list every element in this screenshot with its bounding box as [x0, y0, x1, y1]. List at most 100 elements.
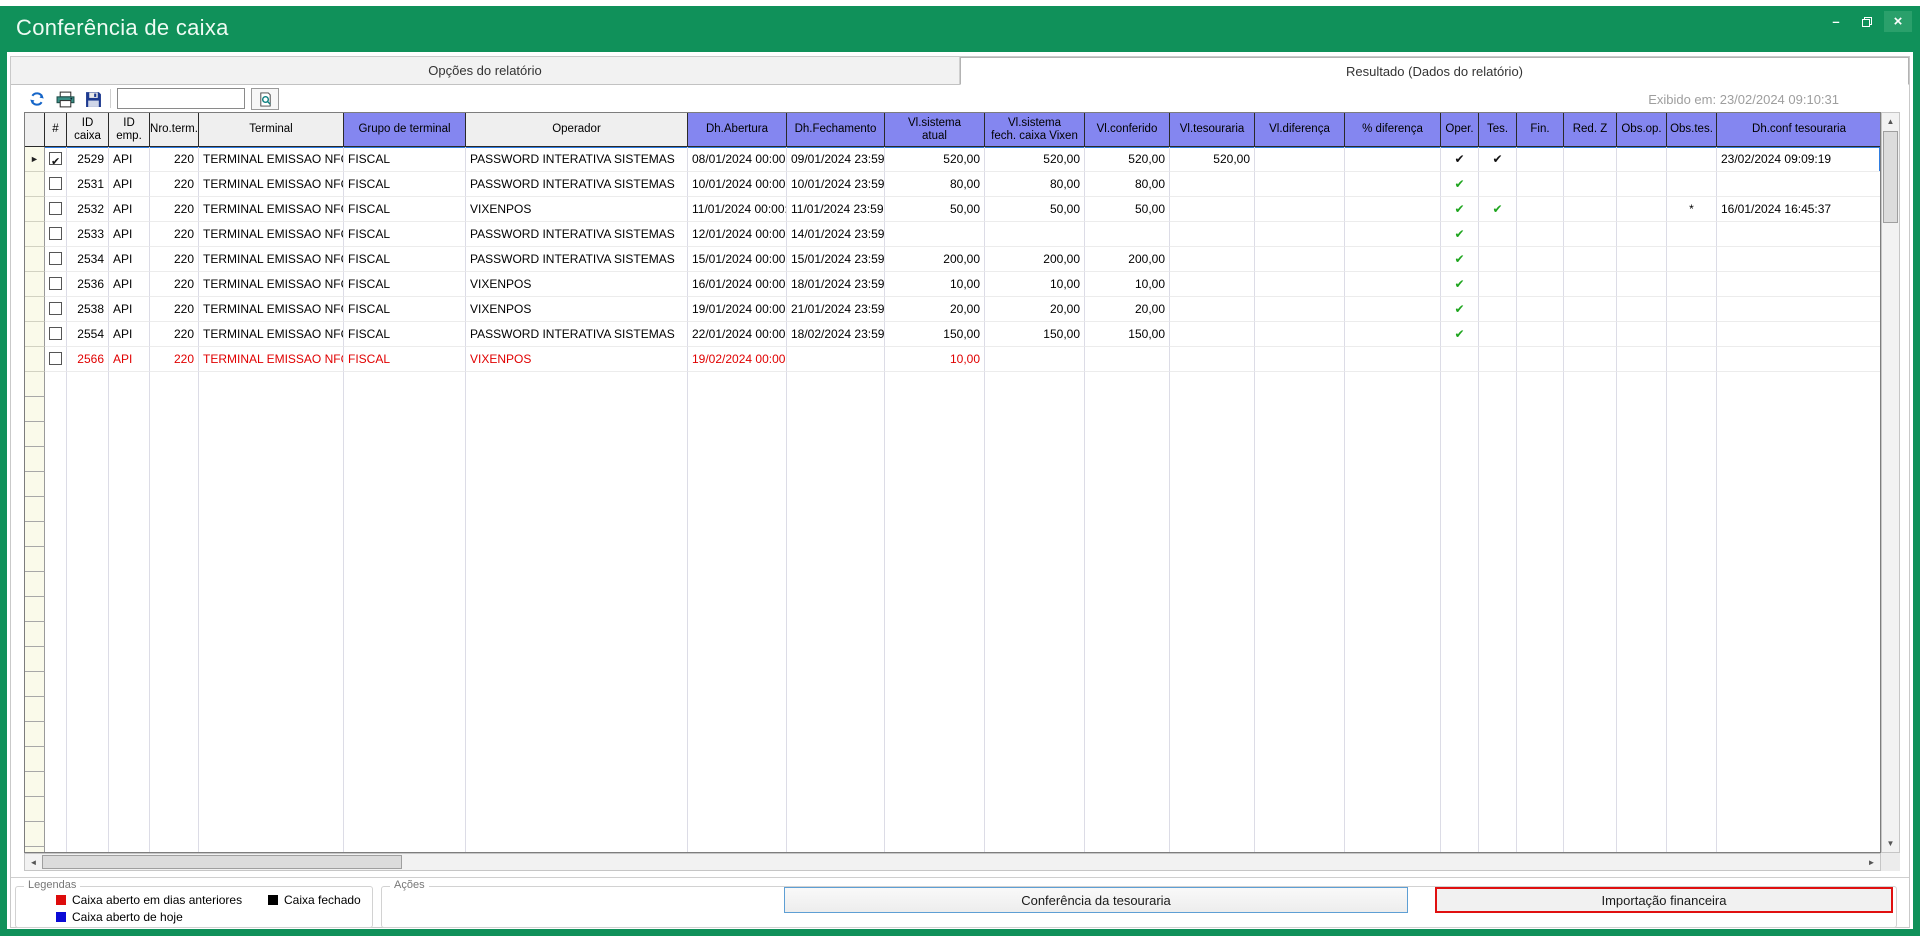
- column-header[interactable]: Vl.tesouraria: [1170, 113, 1255, 147]
- grid-cell-id_caixa: [67, 397, 109, 422]
- grid-cell-vl_conferido: [1085, 697, 1170, 722]
- displayed-at-label: Exibido em: 23/02/2024 09:10:31: [1648, 92, 1839, 107]
- grid-empty-row: [25, 397, 1880, 422]
- column-header[interactable]: Oper.: [1441, 113, 1479, 147]
- grid-cell-dh_conf: [1717, 347, 1881, 372]
- grid-cell-dh_abertura: [688, 472, 787, 497]
- row-checkbox[interactable]: [49, 277, 62, 290]
- grid-cell-fin: [1517, 572, 1564, 597]
- importacao-financeira-button[interactable]: Importação financeira: [1435, 887, 1893, 913]
- row-checkbox[interactable]: [49, 302, 62, 315]
- column-header[interactable]: Vl.sistema atual: [885, 113, 985, 147]
- row-indicator: [25, 797, 45, 822]
- close-icon[interactable]: ×: [1884, 11, 1912, 32]
- column-header[interactable]: % diferença: [1345, 113, 1441, 147]
- column-header[interactable]: Obs.op.: [1617, 113, 1667, 147]
- tab-opcoes-relatorio[interactable]: Opções do relatório: [11, 57, 960, 84]
- grid-row[interactable]: 2538API220TERMINAL EMISSAO NFC VIFISCALV…: [25, 297, 1880, 322]
- grid-cell-dh_conf: [1717, 772, 1881, 797]
- grid-cell-vl_sistema_atual: [885, 222, 985, 247]
- grid-cell-operador: [466, 497, 688, 522]
- grid-row[interactable]: 2531API220TERMINAL EMISSAO NFC VIFISCALP…: [25, 172, 1880, 197]
- grid-cell-terminal: TERMINAL EMISSAO NFC VI: [199, 297, 344, 322]
- grid-cell-vl_sistema_fech: [985, 347, 1085, 372]
- scroll-left-icon[interactable]: ◄: [25, 854, 42, 870]
- column-header[interactable]: Dh.conf tesouraria: [1717, 113, 1881, 147]
- grid-cell-pct_diferenca: [1345, 522, 1441, 547]
- column-header[interactable]: Dh.Fechamento: [787, 113, 885, 147]
- column-header[interactable]: Grupo de terminal: [344, 113, 466, 147]
- search-input[interactable]: [117, 88, 245, 109]
- grid-row[interactable]: ►2529API220TERMINAL EMISSAO NFC VIFISCAL…: [25, 147, 1880, 172]
- grid-row[interactable]: 2554API220TERMINAL EMISSAO NFC VIFISCALP…: [25, 322, 1880, 347]
- horizontal-scrollbar[interactable]: ◄ ►: [24, 853, 1881, 871]
- row-checkbox[interactable]: [49, 152, 62, 165]
- column-header[interactable]: ID emp.: [109, 113, 150, 147]
- legend-swatch-blue: [56, 912, 66, 922]
- print-icon[interactable]: [53, 88, 77, 110]
- grid-cell-terminal: [199, 822, 344, 847]
- grid-cell-nro_term: 220: [150, 172, 199, 197]
- row-indicator: [25, 672, 45, 697]
- grid-cell-grupo: [344, 772, 466, 797]
- column-header[interactable]: Dh.Abertura: [688, 113, 787, 147]
- grid-row[interactable]: 2566API220TERMINAL EMISSAO NFC VIFISCALV…: [25, 347, 1880, 372]
- grid-cell-vl_sistema_fech: [985, 697, 1085, 722]
- column-header[interactable]: ID caixa: [67, 113, 109, 147]
- scroll-up-icon[interactable]: ▲: [1882, 113, 1899, 130]
- grid-cell-operador: [466, 572, 688, 597]
- grid-row[interactable]: 2533API220TERMINAL EMISSAO NFC VIFISCALP…: [25, 222, 1880, 247]
- preview-icon[interactable]: [251, 88, 279, 110]
- column-header[interactable]: Red. Z: [1564, 113, 1617, 147]
- column-header[interactable]: Nro.term.: [150, 113, 199, 147]
- grid-cell-tes: [1479, 822, 1517, 847]
- minimize-icon[interactable]: –: [1822, 11, 1850, 32]
- vertical-scrollbar[interactable]: ▲ ▼: [1881, 112, 1900, 853]
- grid-cell-id_caixa: [67, 722, 109, 747]
- grid-cell-id_emp: [109, 697, 150, 722]
- grid-row[interactable]: 2536API220TERMINAL EMISSAO NFC VIFISCALV…: [25, 272, 1880, 297]
- grid-row[interactable]: 2532API220TERMINAL EMISSAO NFC VIFISCALV…: [25, 197, 1880, 222]
- grid-cell-check: [45, 422, 67, 447]
- row-checkbox[interactable]: [49, 252, 62, 265]
- grid-cell-vl_diferenca: [1255, 247, 1345, 272]
- save-icon[interactable]: [81, 88, 105, 110]
- grid-cell-operador: [466, 522, 688, 547]
- grid-cell-dh_abertura: [688, 672, 787, 697]
- grid-cell-obs_op: [1617, 322, 1667, 347]
- grid-cell-oper: [1441, 597, 1479, 622]
- grid-cell-nro_term: [150, 722, 199, 747]
- grid-cell-tes: [1479, 497, 1517, 522]
- column-header[interactable]: Terminal: [199, 113, 344, 147]
- column-header[interactable]: Obs.tes.: [1667, 113, 1717, 147]
- column-header[interactable]: Tes.: [1479, 113, 1517, 147]
- row-checkbox[interactable]: [49, 202, 62, 215]
- column-header[interactable]: Operador: [466, 113, 688, 147]
- column-header[interactable]: Vl.sistema fech. caixa Vixen: [985, 113, 1085, 147]
- row-checkbox[interactable]: [49, 177, 62, 190]
- grid-cell-oper: [1441, 547, 1479, 572]
- grid-cell-id_emp: API: [109, 272, 150, 297]
- vertical-scroll-thumb[interactable]: [1883, 131, 1898, 223]
- grid-row[interactable]: 2534API220TERMINAL EMISSAO NFC VIFISCALP…: [25, 247, 1880, 272]
- column-header[interactable]: Fin.: [1517, 113, 1564, 147]
- horizontal-scroll-thumb[interactable]: [42, 855, 402, 869]
- grid-cell-id_emp: [109, 672, 150, 697]
- conferencia-tesouraria-button[interactable]: Conferência da tesouraria: [784, 887, 1408, 913]
- column-header[interactable]: Vl.conferido: [1085, 113, 1170, 147]
- grid-cell-vl_conferido: [1085, 497, 1170, 522]
- column-header[interactable]: #: [45, 113, 67, 147]
- scroll-down-icon[interactable]: ▼: [1882, 835, 1899, 852]
- grid-cell-dh_abertura: [688, 722, 787, 747]
- tab-resultado-dados[interactable]: Resultado (Dados do relatório): [960, 57, 1909, 85]
- grid-cell-id_caixa: [67, 522, 109, 547]
- row-checkbox[interactable]: [49, 227, 62, 240]
- column-header[interactable]: Vl.diferença: [1255, 113, 1345, 147]
- scroll-right-icon[interactable]: ►: [1863, 854, 1880, 870]
- restore-icon[interactable]: [1853, 11, 1881, 32]
- grid-cell-vl_conferido: 50,00: [1085, 197, 1170, 222]
- row-checkbox[interactable]: [49, 327, 62, 340]
- row-checkbox[interactable]: [49, 352, 62, 365]
- refresh-icon[interactable]: [25, 88, 49, 110]
- grid-cell-grupo: FISCAL: [344, 272, 466, 297]
